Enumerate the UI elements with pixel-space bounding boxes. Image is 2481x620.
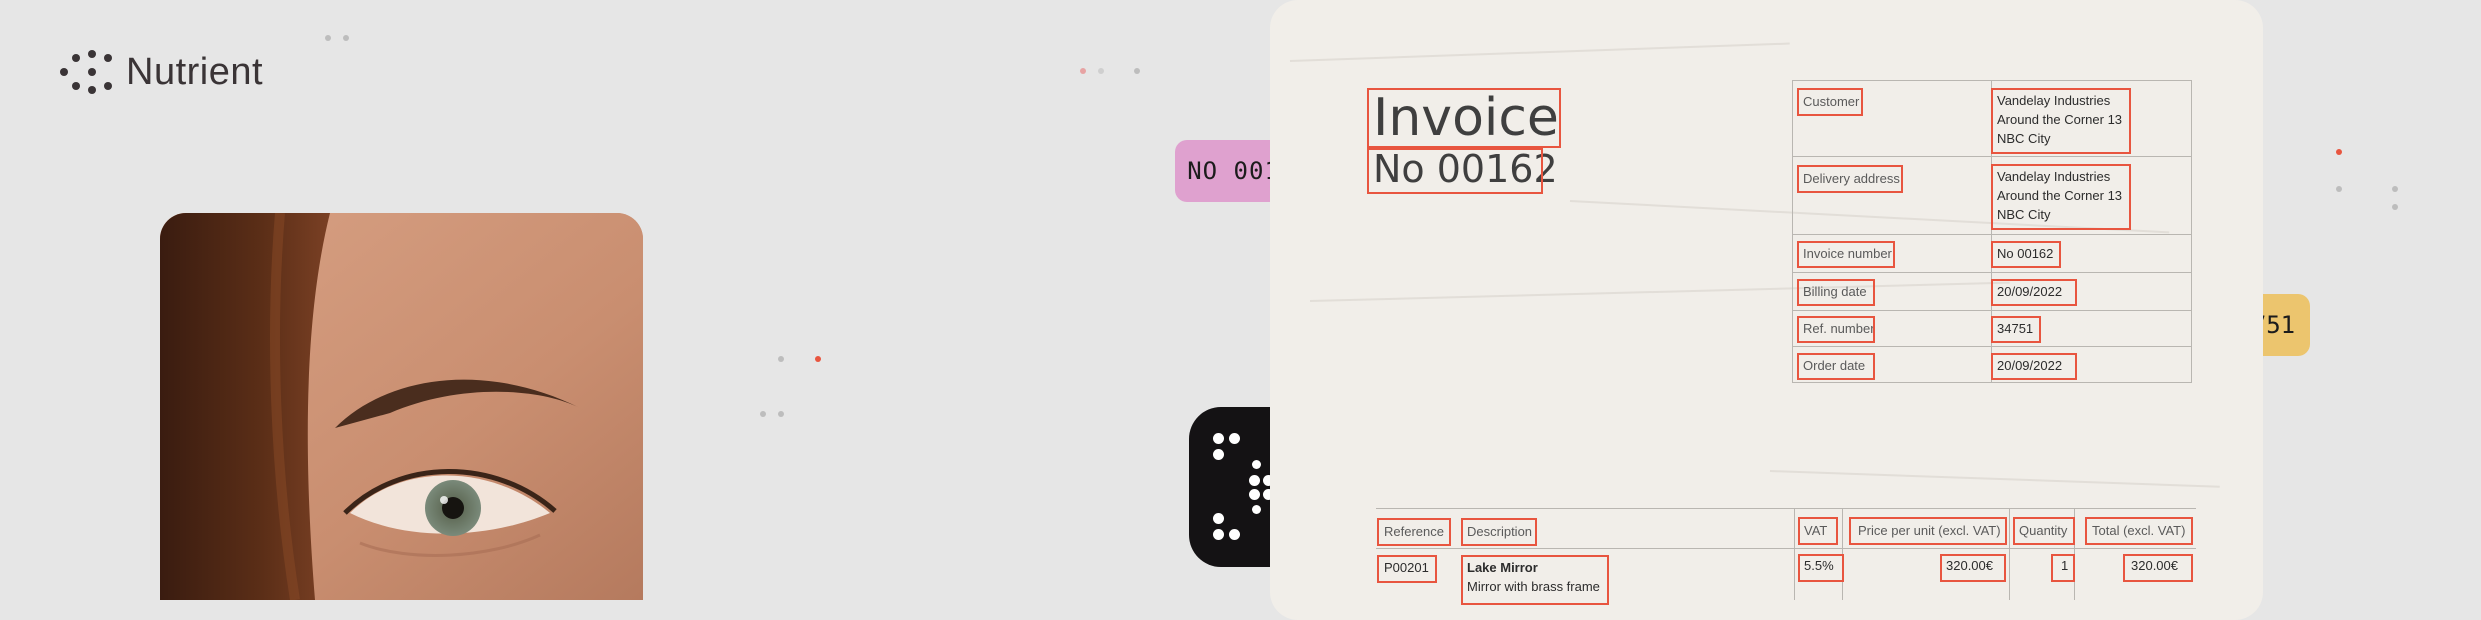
nutrient-logo[interactable]: Nutrient (58, 50, 263, 94)
col-header-total-highlight (2085, 517, 2193, 545)
billing-date-value-highlight (1991, 279, 2077, 306)
invoice-number-label-highlight (1797, 241, 1895, 268)
delivery-address-label-highlight (1797, 165, 1903, 193)
billing-date-label-highlight (1797, 279, 1875, 306)
col-header-price-highlight (1849, 517, 2007, 545)
order-date-label-highlight (1797, 353, 1875, 380)
invoice-number-value-highlight (1991, 241, 2061, 268)
col-header-vat-highlight (1798, 517, 1838, 545)
invoice-document: Invoice No 00162 Customer Vandelay Indus… (1270, 0, 2263, 620)
col-header-quantity-highlight (2013, 517, 2075, 545)
ref-number-value-highlight (1991, 316, 2041, 343)
col-header-reference-highlight (1377, 518, 1451, 546)
row-vat-highlight (1798, 554, 1844, 582)
row-reference-highlight (1377, 555, 1437, 583)
row-price-highlight (1940, 554, 2006, 582)
customer-value-highlight (1991, 88, 2131, 154)
customer-label-highlight (1797, 88, 1863, 116)
row-quantity-highlight (2051, 554, 2075, 582)
col-header-description-highlight (1461, 518, 1537, 546)
invoice-number-highlight (1367, 148, 1543, 194)
delivery-value-highlight (1991, 164, 2131, 230)
portrait-photo (160, 213, 643, 600)
brand-name: Nutrient (126, 50, 264, 93)
row-total-highlight (2123, 554, 2193, 582)
nutrient-logo-icon (58, 50, 114, 94)
invoice-title-highlight (1367, 88, 1561, 148)
row-description-highlight (1461, 555, 1609, 605)
order-date-value-highlight (1991, 353, 2077, 380)
ref-number-label-highlight (1797, 316, 1875, 343)
